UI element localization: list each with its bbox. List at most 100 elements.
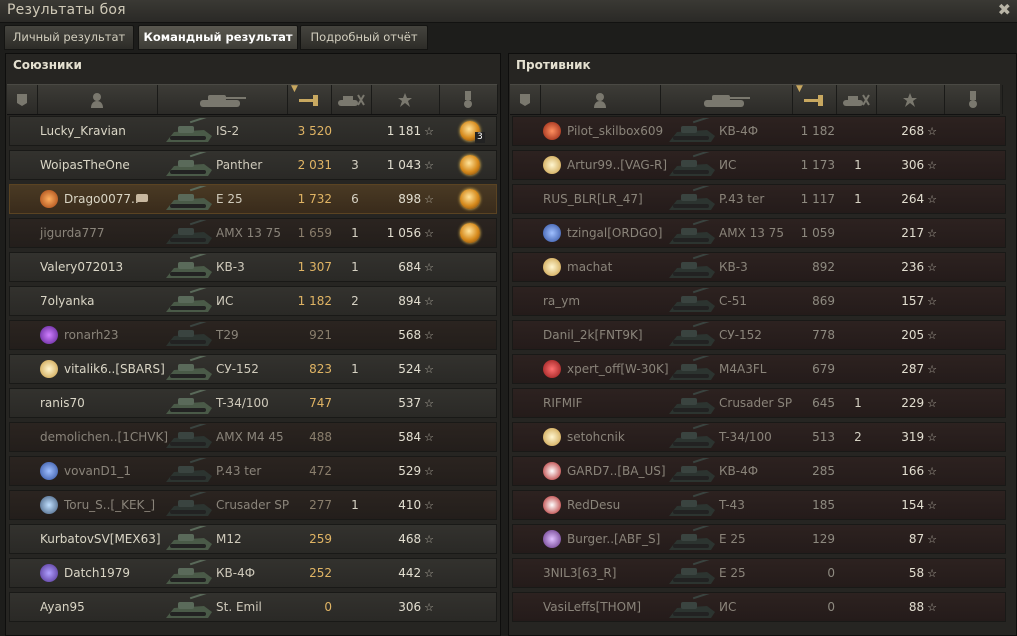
player-icon <box>90 92 104 108</box>
player-row[interactable]: Danil_2k[FNT9K] СУ-152 778 205 ☆ <box>512 319 1006 350</box>
column-frags-icon[interactable] <box>331 85 372 114</box>
player-row[interactable]: Ayan95 St. Emil 0 306 ☆ <box>9 591 497 622</box>
player-row[interactable]: GARD7..[BA_US] КВ-4Ф 285 166 ☆ <box>512 455 1006 486</box>
column-squad-icon[interactable] <box>7 85 38 114</box>
clan-emblem-icon <box>543 360 561 378</box>
player-row[interactable]: ronarh23 T29 921 568 ☆ <box>9 319 497 350</box>
tab-personal[interactable]: Личный результат <box>4 25 134 50</box>
xp-value: 584 <box>398 430 422 444</box>
frags-value: 1 <box>351 498 359 512</box>
damage-value: 259 <box>309 532 332 546</box>
damage-value: 778 <box>812 328 835 342</box>
vehicle-name: P.43 ter <box>216 464 262 478</box>
player-name: RUS_BLR[LR_47] <box>543 192 643 206</box>
player-row[interactable]: Drago0077.. E 25 1 732 6 898 ☆ <box>9 183 497 214</box>
player-row[interactable]: Valery072013 КВ-3 1 307 1 684 ☆ <box>9 251 497 282</box>
column-damage-icon[interactable]: ▼ <box>792 84 837 114</box>
xp-value: 166 <box>901 464 925 478</box>
xp-value: 236 <box>901 260 925 274</box>
vehicle-name: T-43 <box>719 498 745 512</box>
enemies-column-header: ▼ <box>510 84 1003 115</box>
frags-value: 1 <box>351 362 359 376</box>
column-damage-icon[interactable]: ▼ <box>287 84 332 114</box>
player-name: ronarh23 <box>64 328 119 342</box>
player-row[interactable]: ranis70 T-34/100 747 537 ☆ <box>9 387 497 418</box>
medal-icon[interactable] <box>460 189 480 209</box>
player-row[interactable]: 7olyanka ИС 1 182 2 894 ☆ <box>9 285 497 316</box>
damage-value: 645 <box>812 396 835 410</box>
damage-value: 0 <box>827 566 835 580</box>
tank-icon <box>164 591 214 620</box>
player-row[interactable]: vitalik6..[SBARS] СУ-152 823 1 524 ☆ <box>9 353 497 384</box>
player-row[interactable]: VasiLeffs[THOM] ИС 0 88 ☆ <box>512 591 1006 622</box>
column-xp-star-icon[interactable] <box>371 85 440 114</box>
frags-value <box>843 559 873 587</box>
player-row[interactable]: demolichen..[1CHVK] AMX M4 45 488 584 ☆ <box>9 421 497 452</box>
star-icon: ☆ <box>424 329 434 342</box>
player-row[interactable]: jigurda777 AMX 13 75 1 659 1 1 056 ☆ <box>9 217 497 248</box>
damage-value: 921 <box>309 328 332 342</box>
player-row[interactable]: RedDesu T-43 185 154 ☆ <box>512 489 1006 520</box>
tank-icon <box>164 421 214 450</box>
column-medal-icon[interactable] <box>439 85 498 114</box>
frags-value <box>843 355 873 383</box>
clan-emblem-icon <box>40 564 58 582</box>
player-row[interactable]: machat КВ-3 892 236 ☆ <box>512 251 1006 282</box>
clan-emblem-icon <box>40 462 58 480</box>
player-name: Lucky_Kravian <box>40 124 126 138</box>
player-row[interactable]: WoipasTheOne Panther 2 031 3 1 043 ☆ <box>9 149 497 180</box>
player-row[interactable]: Lucky_Kravian IS-2 3 520 1 181 ☆ 3 <box>9 115 497 146</box>
player-row[interactable]: Toru_S..[_KEK_] Crusader SP 277 1 410 ☆ <box>9 489 497 520</box>
player-row[interactable]: 3NIL3[63_R] E 25 0 58 ☆ <box>512 557 1006 588</box>
vehicle-name: T-34/100 <box>216 396 269 410</box>
medal-icon[interactable] <box>460 155 480 175</box>
player-row[interactable]: vovanD1_1 P.43 ter 472 529 ☆ <box>9 455 497 486</box>
medal-icon[interactable] <box>460 223 480 243</box>
player-row[interactable]: RUS_BLR[LR_47] P.43 ter 1 117 1 264 ☆ <box>512 183 1006 214</box>
star-icon: ☆ <box>424 227 434 240</box>
xp-value: 319 <box>901 430 925 444</box>
player-row[interactable]: Artur99..[VAG-R] ИС 1 173 1 306 ☆ <box>512 149 1006 180</box>
close-icon[interactable]: ✖ <box>998 0 1011 19</box>
damage-value: 252 <box>309 566 332 580</box>
player-row[interactable]: tzingal[ORDGO] AMX 13 75 1 059 217 ☆ <box>512 217 1006 248</box>
player-row[interactable]: Datch1979 КВ-4Ф 252 442 ☆ <box>9 557 497 588</box>
player-name: setohcnik <box>567 430 625 444</box>
star-icon: ☆ <box>424 601 434 614</box>
damage-icon <box>298 93 320 107</box>
tank-icon <box>164 557 214 586</box>
column-xp-star-icon[interactable] <box>876 85 945 114</box>
tab-detailed[interactable]: Подробный отчёт <box>300 25 428 50</box>
player-row[interactable]: RIFMIF Crusader SP 645 1 229 ☆ <box>512 387 1006 418</box>
allies-column-header: ▼ <box>7 84 498 115</box>
player-name: tzingal[ORDGO] <box>567 226 663 240</box>
medal-count: 3 <box>475 132 485 143</box>
vehicle-name: СУ-152 <box>216 362 259 376</box>
frags-value <box>340 321 370 349</box>
column-squad-icon[interactable] <box>510 85 541 114</box>
damage-value: 277 <box>309 498 332 512</box>
player-row[interactable]: ra_ym С-51 869 157 ☆ <box>512 285 1006 316</box>
column-tank-icon[interactable] <box>157 85 288 114</box>
player-row[interactable]: Burger..[ABF_S] E 25 129 87 ☆ <box>512 523 1006 554</box>
star-icon: ☆ <box>927 499 937 512</box>
column-frags-icon[interactable] <box>836 85 877 114</box>
player-row[interactable]: setohcnik T-34/100 513 2 319 ☆ <box>512 421 1006 452</box>
player-row[interactable]: Pilot_skilbox609 КВ-4Ф 1 182 268 ☆ <box>512 115 1006 146</box>
tank-icon <box>164 183 214 212</box>
player-row[interactable]: xpert_off[W-30K] M4A3FL 679 287 ☆ <box>512 353 1006 384</box>
tab-team[interactable]: Командный результат <box>138 25 298 50</box>
player-name: Datch1979 <box>64 566 131 580</box>
column-player-icon[interactable] <box>37 85 158 114</box>
vehicle-name: St. Emil <box>216 600 262 614</box>
vehicle-name: ИС <box>719 158 737 172</box>
player-name: VasiLeffs[THOM] <box>543 600 642 614</box>
tank-icon <box>667 319 717 348</box>
star-icon: ☆ <box>424 465 434 478</box>
column-tank-icon[interactable] <box>660 85 793 114</box>
column-medal-icon[interactable] <box>944 85 1003 114</box>
column-player-icon[interactable] <box>540 85 661 114</box>
player-row[interactable]: KurbatovSV[MEX63] M12 259 468 ☆ <box>9 523 497 554</box>
damage-value: 1 182 <box>297 294 332 308</box>
star-icon: ☆ <box>424 567 434 580</box>
